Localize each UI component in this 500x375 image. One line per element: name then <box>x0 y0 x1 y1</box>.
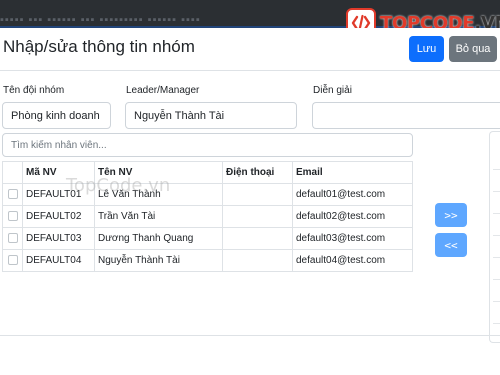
cell-code: DEFAULT04 <box>22 249 95 272</box>
cell-code: DEFAULT01 <box>22 183 95 206</box>
table-row[interactable]: DEFAULT01 Lê Văn Thành default01@test.co… <box>2 183 413 206</box>
selected-members-panel <box>489 131 500 343</box>
cell-phone <box>222 227 293 250</box>
panel-row-divider <box>493 279 500 280</box>
table-row[interactable]: DEFAULT04 Nguyễn Thành Tài default04@tes… <box>2 249 413 272</box>
row-checkbox-cell <box>2 183 23 206</box>
modal-footer-divider <box>0 335 500 336</box>
save-button[interactable]: Lưu <box>409 36 444 62</box>
row-checkbox-cell <box>2 249 23 272</box>
modal-title: Nhập/sửa thông tin nhóm <box>3 37 195 56</box>
cell-name: Nguyễn Thành Tài <box>94 249 223 272</box>
modal-header: Nhập/sửa thông tin nhóm Lưu Bỏ qua <box>0 28 500 71</box>
panel-row-divider <box>493 301 500 302</box>
add-selected-button[interactable]: >> <box>435 203 467 227</box>
cell-email: default01@test.com <box>292 183 413 206</box>
remove-selected-button[interactable]: << <box>435 233 467 257</box>
cell-email: default03@test.com <box>292 227 413 250</box>
row-checkbox[interactable] <box>7 255 18 266</box>
cell-name: Dương Thanh Quang <box>94 227 223 250</box>
row-checkbox[interactable] <box>7 233 18 244</box>
panel-row-divider <box>493 235 500 236</box>
description-label: Diễn giải <box>313 85 352 96</box>
employee-table: Mã NV Tên NV Điện thoại Email DEFAULT01 … <box>2 161 413 272</box>
column-header-code[interactable]: Mã NV <box>22 161 95 184</box>
panel-row-divider <box>493 323 500 324</box>
column-header-email[interactable]: Email <box>292 161 413 184</box>
cell-phone <box>222 205 293 228</box>
cell-phone <box>222 183 293 206</box>
cell-phone <box>222 249 293 272</box>
select-all-cell <box>2 161 23 184</box>
column-header-phone[interactable]: Điện thoại <box>222 161 293 184</box>
cell-email: default04@test.com <box>292 249 413 272</box>
panel-row-divider <box>493 213 500 214</box>
row-checkbox[interactable] <box>7 189 18 200</box>
panel-row-divider <box>493 169 500 170</box>
cell-name: Lê Văn Thành <box>94 183 223 206</box>
row-checkbox-cell <box>2 227 23 250</box>
row-checkbox[interactable] <box>7 211 18 222</box>
column-header-name[interactable]: Tên NV <box>94 161 223 184</box>
panel-row-divider <box>493 191 500 192</box>
cell-code: DEFAULT03 <box>22 227 95 250</box>
skip-button[interactable]: Bỏ qua <box>449 36 497 62</box>
cell-code: DEFAULT02 <box>22 205 95 228</box>
leader-label: Leader/Manager <box>126 85 200 96</box>
team-name-label: Tên đội nhóm <box>3 85 65 96</box>
panel-row-divider <box>493 257 500 258</box>
row-checkbox-cell <box>2 205 23 228</box>
description-input[interactable] <box>312 102 500 129</box>
cell-name: Trần Văn Tài <box>94 205 223 228</box>
leader-input[interactable]: Nguyễn Thành Tài <box>125 102 297 129</box>
background-nav-blur: ▪▪▪▪▪ ▪▪▪ ▪▪▪▪▪▪ ▪▪▪ ▪▪▪▪▪▪▪▪▪ ▪▪▪▪▪▪ ▪▪… <box>0 14 201 26</box>
table-header-row: Mã NV Tên NV Điện thoại Email <box>2 161 413 184</box>
team-name-input[interactable]: Phòng kinh doanh <box>2 102 111 129</box>
table-row[interactable]: DEFAULT03 Dương Thanh Quang default03@te… <box>2 227 413 250</box>
employee-search-input[interactable]: Tìm kiếm nhân viên... <box>2 133 413 157</box>
group-edit-modal: Nhập/sửa thông tin nhóm Lưu Bỏ qua Tên đ… <box>0 28 500 375</box>
cell-email: default02@test.com <box>292 205 413 228</box>
table-row[interactable]: DEFAULT02 Trần Văn Tài default02@test.co… <box>2 205 413 228</box>
